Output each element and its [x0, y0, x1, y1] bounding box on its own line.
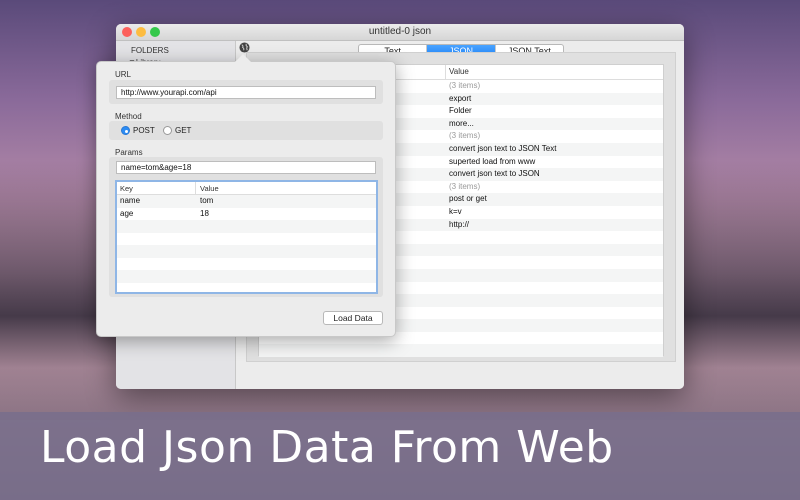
- row-value: (3 items): [449, 81, 481, 90]
- value-column-header: Value: [449, 67, 469, 76]
- row-value: (3 items): [449, 131, 481, 141]
- param-row[interactable]: name tom: [117, 195, 376, 208]
- load-data-button[interactable]: Load Data: [323, 311, 383, 325]
- param-row[interactable]: [117, 283, 376, 296]
- row-value: convert json text to JSON Text: [449, 143, 557, 153]
- window-title: untitled-0 json: [368, 26, 432, 37]
- param-row[interactable]: [117, 233, 376, 246]
- param-value: 18: [200, 208, 209, 218]
- param-row[interactable]: [117, 258, 376, 271]
- key-column-header: Key: [120, 184, 133, 193]
- row-value: http://: [449, 219, 470, 229]
- param-row[interactable]: [117, 270, 376, 283]
- sidebar-header: FOLDERS: [131, 46, 169, 55]
- method-get-radio[interactable]: GET: [163, 126, 191, 135]
- radio-unselected-icon: [163, 126, 172, 135]
- row-value: export: [449, 93, 472, 103]
- params-field[interactable]: name=tom&age=18: [116, 161, 376, 174]
- radio-selected-icon: [121, 126, 130, 135]
- method-label: Method: [115, 112, 142, 121]
- row-value: superted load from www: [449, 156, 536, 166]
- value-column-header: Value: [200, 184, 219, 193]
- param-row[interactable]: [117, 245, 376, 258]
- url-field[interactable]: http://www.yourapi.com/api: [116, 86, 376, 99]
- row-value: more...: [449, 118, 474, 128]
- row-value: (3 items): [449, 181, 481, 191]
- title-bar: untitled-0 json: [116, 24, 684, 41]
- url-label: URL: [115, 70, 132, 79]
- load-url-popover: URL http://www.yourapi.com/api Method PO…: [96, 54, 396, 337]
- method-post-radio[interactable]: POST: [121, 126, 155, 135]
- param-row[interactable]: [117, 220, 376, 233]
- row-value: convert json text to JSON: [449, 169, 540, 179]
- row-value: post or get: [449, 194, 487, 204]
- param-key: name: [120, 196, 141, 205]
- params-table-header: Key Value: [117, 182, 376, 195]
- param-value: tom: [200, 196, 214, 205]
- table-row[interactable]: [259, 344, 663, 358]
- params-table[interactable]: Key Value name tom age 18: [115, 180, 378, 294]
- row-value: k=v: [449, 206, 462, 216]
- promo-caption: Load Json Data From Web: [40, 422, 614, 473]
- param-row[interactable]: age 18: [117, 208, 376, 221]
- method-post-label: POST: [133, 126, 155, 135]
- method-get-label: GET: [175, 126, 192, 135]
- params-label: Params: [115, 148, 143, 157]
- param-key: age: [120, 208, 134, 218]
- popover-arrow: [235, 54, 251, 62]
- row-value: Folder: [449, 106, 472, 116]
